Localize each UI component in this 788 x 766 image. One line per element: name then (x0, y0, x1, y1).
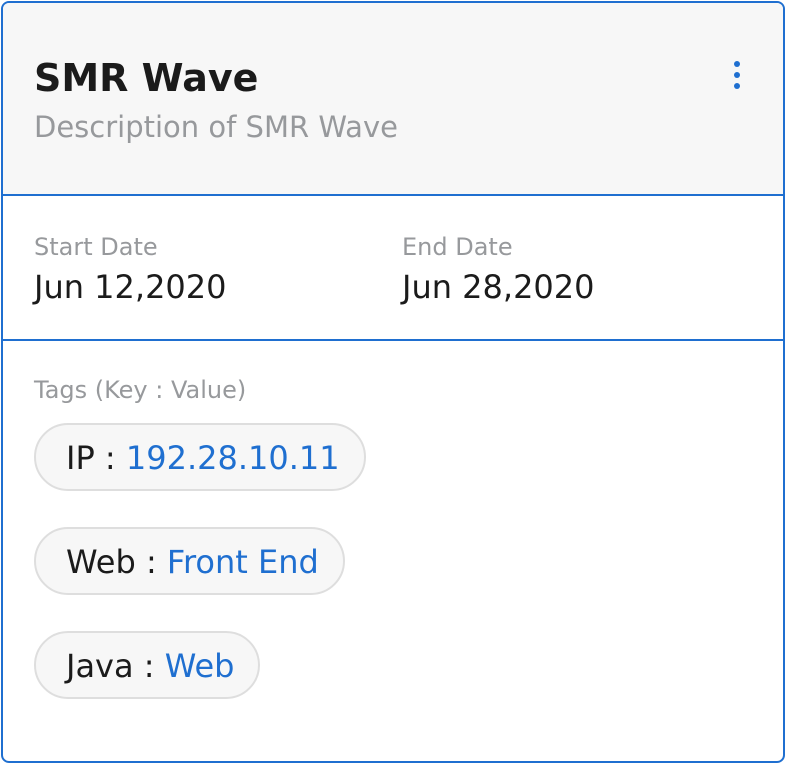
wave-card: SMR Wave Description of SMR Wave Start D… (1, 1, 785, 763)
tag-value: Front End (166, 543, 319, 581)
end-date-block: End Date Jun 28,2020 (402, 232, 595, 306)
kebab-menu-icon[interactable] (729, 59, 745, 93)
end-date-label: End Date (402, 233, 513, 261)
tag-key: Java (66, 647, 134, 685)
start-date-block: Start Date Jun 12,2020 (34, 232, 227, 306)
tags-label: Tags (Key : Value) (34, 376, 247, 404)
start-date-value: Jun 12,2020 (34, 268, 227, 306)
card-title: SMR Wave (34, 56, 259, 100)
tag-chip-web[interactable]: Web : Front End (34, 527, 345, 595)
tag-row: Java : Web (34, 631, 783, 735)
tag-separator: : (135, 543, 167, 581)
dates-section: Start Date Jun 12,2020 End Date Jun 28,2… (3, 196, 783, 341)
tag-chip-java[interactable]: Java : Web (34, 631, 261, 699)
tag-separator: : (94, 439, 126, 477)
tag-key: IP (66, 439, 95, 477)
tag-separator: : (133, 647, 165, 685)
tag-key: Web (66, 543, 136, 581)
tag-chip-ip[interactable]: IP : 192.28.10.11 (34, 423, 366, 491)
tag-value: 192.28.10.11 (125, 439, 340, 477)
tag-row: Web : Front End (34, 527, 783, 631)
tag-row: IP : 192.28.10.11 (34, 423, 783, 527)
card-description: Description of SMR Wave (34, 110, 398, 144)
card-header: SMR Wave Description of SMR Wave (3, 3, 783, 196)
tag-value: Web (164, 647, 235, 685)
start-date-label: Start Date (34, 233, 158, 261)
tag-list: IP : 192.28.10.11 Web : Front End Java :… (34, 423, 783, 735)
end-date-value: Jun 28,2020 (402, 268, 595, 306)
tags-section: Tags (Key : Value) IP : 192.28.10.11 Web… (3, 341, 783, 735)
